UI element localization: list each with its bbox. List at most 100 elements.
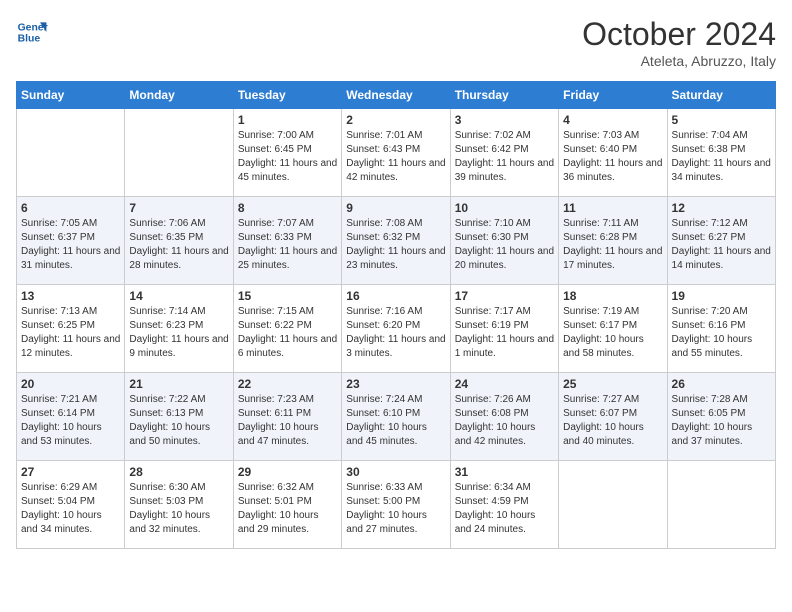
calendar-cell: 4 Sunrise: 7:03 AMSunset: 6:40 PMDaylight… <box>559 109 667 197</box>
day-number: 26 <box>672 377 771 391</box>
day-info: Sunrise: 7:23 AMSunset: 6:11 PMDaylight:… <box>238 393 337 449</box>
calendar-cell: 7 Sunrise: 7:06 AMSunset: 6:35 PMDaylight… <box>125 197 233 285</box>
calendar-cell: 16Sunrise: 7:16 AMSunset: 6:20 PMDayligh… <box>342 285 450 373</box>
calendar-cell: 6 Sunrise: 7:05 AMSunset: 6:37 PMDaylight… <box>17 197 125 285</box>
day-number: 6 <box>21 201 120 215</box>
calendar-cell: 5 Sunrise: 7:04 AMSunset: 6:38 PMDaylight… <box>667 109 775 197</box>
weekday-header-row: SundayMondayTuesdayWednesdayThursdayFrid… <box>17 82 776 109</box>
calendar-cell: 10Sunrise: 7:10 AMSunset: 6:30 PMDayligh… <box>450 197 558 285</box>
day-number: 7 <box>129 201 228 215</box>
calendar-cell: 1 Sunrise: 7:00 AMSunset: 6:45 PMDaylight… <box>233 109 341 197</box>
calendar-cell: 15 Sunrise: 7:15 AMSunset: 6:22 PMDayligh… <box>233 285 341 373</box>
calendar-cell: 20Sunrise: 7:21 AMSunset: 6:14 PMDayligh… <box>17 373 125 461</box>
day-number: 23 <box>346 377 445 391</box>
calendar-cell: 30 Sunrise: 6:33 AMSunset: 5:00 PMDayligh… <box>342 461 450 549</box>
weekday-header: Monday <box>125 82 233 109</box>
day-info: Sunrise: 6:34 AMSunset: 4:59 PMDaylight:… <box>455 481 554 537</box>
day-number: 5 <box>672 113 771 127</box>
weekday-header: Thursday <box>450 82 558 109</box>
day-number: 31 <box>455 465 554 479</box>
calendar-cell: 3Sunrise: 7:02 AMSunset: 6:42 PMDaylight… <box>450 109 558 197</box>
day-number: 17 <box>455 289 554 303</box>
day-number: 9 <box>346 201 445 215</box>
svg-text:Blue: Blue <box>18 34 41 45</box>
day-number: 25 <box>563 377 662 391</box>
calendar-cell: 31 Sunrise: 6:34 AMSunset: 4:59 PMDayligh… <box>450 461 558 549</box>
day-info: Sunrise: 7:17 AMSunset: 6:19 PMDaylight:… <box>455 305 554 361</box>
day-info: Sunrise: 7:27 AMSunset: 6:07 PMDaylight:… <box>563 393 662 449</box>
calendar-cell: 28 Sunrise: 6:30 AMSunset: 5:03 PMDayligh… <box>125 461 233 549</box>
day-number: 1 <box>238 113 337 127</box>
calendar-cell <box>559 461 667 549</box>
day-info: Sunrise: 7:28 AMSunset: 6:05 PMDaylight:… <box>672 393 771 449</box>
day-info: Sunrise: 7:15 AMSunset: 6:22 PMDaylight:… <box>238 305 337 361</box>
day-info: Sunrise: 7:03 AMSunset: 6:40 PMDaylight:… <box>563 129 662 185</box>
weekday-header: Saturday <box>667 82 775 109</box>
page-header: General Blue October 2024 Ateleta, Abruz… <box>16 16 776 69</box>
day-info: Sunrise: 7:00 AMSunset: 6:45 PMDaylight:… <box>238 129 337 185</box>
calendar-cell: 2Sunrise: 7:01 AMSunset: 6:43 PMDaylight… <box>342 109 450 197</box>
calendar-week-row: 27Sunrise: 6:29 AMSunset: 5:04 PMDayligh… <box>17 461 776 549</box>
day-number: 19 <box>672 289 771 303</box>
calendar-cell: 11 Sunrise: 7:11 AMSunset: 6:28 PMDayligh… <box>559 197 667 285</box>
calendar-cell: 24 Sunrise: 7:26 AMSunset: 6:08 PMDayligh… <box>450 373 558 461</box>
calendar-week-row: 6 Sunrise: 7:05 AMSunset: 6:37 PMDaylight… <box>17 197 776 285</box>
day-info: Sunrise: 6:29 AMSunset: 5:04 PMDaylight:… <box>21 481 120 537</box>
day-info: Sunrise: 7:04 AMSunset: 6:38 PMDaylight:… <box>672 129 771 185</box>
day-number: 13 <box>21 289 120 303</box>
day-info: Sunrise: 7:06 AMSunset: 6:35 PMDaylight:… <box>129 217 228 273</box>
calendar-cell: 25 Sunrise: 7:27 AMSunset: 6:07 PMDayligh… <box>559 373 667 461</box>
day-number: 15 <box>238 289 337 303</box>
day-info: Sunrise: 6:30 AMSunset: 5:03 PMDaylight:… <box>129 481 228 537</box>
calendar-cell <box>667 461 775 549</box>
day-number: 28 <box>129 465 228 479</box>
logo: General Blue <box>16 16 48 48</box>
day-number: 10 <box>455 201 554 215</box>
day-info: Sunrise: 7:05 AMSunset: 6:37 PMDaylight:… <box>21 217 120 273</box>
day-info: Sunrise: 7:26 AMSunset: 6:08 PMDaylight:… <box>455 393 554 449</box>
calendar-cell: 26 Sunrise: 7:28 AMSunset: 6:05 PMDayligh… <box>667 373 775 461</box>
day-info: Sunrise: 7:20 AMSunset: 6:16 PMDaylight:… <box>672 305 771 361</box>
day-info: Sunrise: 7:12 AMSunset: 6:27 PMDaylight:… <box>672 217 771 273</box>
calendar-week-row: 20Sunrise: 7:21 AMSunset: 6:14 PMDayligh… <box>17 373 776 461</box>
weekday-header: Sunday <box>17 82 125 109</box>
calendar-cell: 12 Sunrise: 7:12 AMSunset: 6:27 PMDayligh… <box>667 197 775 285</box>
day-info: Sunrise: 7:14 AMSunset: 6:23 PMDaylight:… <box>129 305 228 361</box>
weekday-header: Friday <box>559 82 667 109</box>
day-number: 3 <box>455 113 554 127</box>
day-info: Sunrise: 7:22 AMSunset: 6:13 PMDaylight:… <box>129 393 228 449</box>
day-info: Sunrise: 7:08 AMSunset: 6:32 PMDaylight:… <box>346 217 445 273</box>
day-info: Sunrise: 6:33 AMSunset: 5:00 PMDaylight:… <box>346 481 445 537</box>
day-info: Sunrise: 6:32 AMSunset: 5:01 PMDaylight:… <box>238 481 337 537</box>
calendar-cell: 23 Sunrise: 7:24 AMSunset: 6:10 PMDayligh… <box>342 373 450 461</box>
calendar-cell: 8 Sunrise: 7:07 AMSunset: 6:33 PMDaylight… <box>233 197 341 285</box>
day-number: 22 <box>238 377 337 391</box>
day-number: 8 <box>238 201 337 215</box>
calendar-cell: 13 Sunrise: 7:13 AMSunset: 6:25 PMDayligh… <box>17 285 125 373</box>
calendar-week-row: 1 Sunrise: 7:00 AMSunset: 6:45 PMDaylight… <box>17 109 776 197</box>
location: Ateleta, Abruzzo, Italy <box>582 53 776 69</box>
day-info: Sunrise: 7:13 AMSunset: 6:25 PMDaylight:… <box>21 305 120 361</box>
calendar-cell: 29Sunrise: 6:32 AMSunset: 5:01 PMDayligh… <box>233 461 341 549</box>
day-info: Sunrise: 7:11 AMSunset: 6:28 PMDaylight:… <box>563 217 662 273</box>
calendar-cell: 19 Sunrise: 7:20 AMSunset: 6:16 PMDayligh… <box>667 285 775 373</box>
day-number: 18 <box>563 289 662 303</box>
day-info: Sunrise: 7:07 AMSunset: 6:33 PMDaylight:… <box>238 217 337 273</box>
day-number: 30 <box>346 465 445 479</box>
day-number: 12 <box>672 201 771 215</box>
calendar-cell: 14Sunrise: 7:14 AMSunset: 6:23 PMDayligh… <box>125 285 233 373</box>
calendar-cell <box>125 109 233 197</box>
day-info: Sunrise: 7:24 AMSunset: 6:10 PMDaylight:… <box>346 393 445 449</box>
weekday-header: Tuesday <box>233 82 341 109</box>
day-info: Sunrise: 7:16 AMSunset: 6:20 PMDaylight:… <box>346 305 445 361</box>
day-number: 11 <box>563 201 662 215</box>
calendar-cell <box>17 109 125 197</box>
calendar-cell: 18Sunrise: 7:19 AMSunset: 6:17 PMDayligh… <box>559 285 667 373</box>
day-number: 24 <box>455 377 554 391</box>
calendar-cell: 22 Sunrise: 7:23 AMSunset: 6:11 PMDayligh… <box>233 373 341 461</box>
day-info: Sunrise: 7:01 AMSunset: 6:43 PMDaylight:… <box>346 129 445 185</box>
weekday-header: Wednesday <box>342 82 450 109</box>
calendar-cell: 9 Sunrise: 7:08 AMSunset: 6:32 PMDaylight… <box>342 197 450 285</box>
day-number: 4 <box>563 113 662 127</box>
calendar-cell: 27Sunrise: 6:29 AMSunset: 5:04 PMDayligh… <box>17 461 125 549</box>
